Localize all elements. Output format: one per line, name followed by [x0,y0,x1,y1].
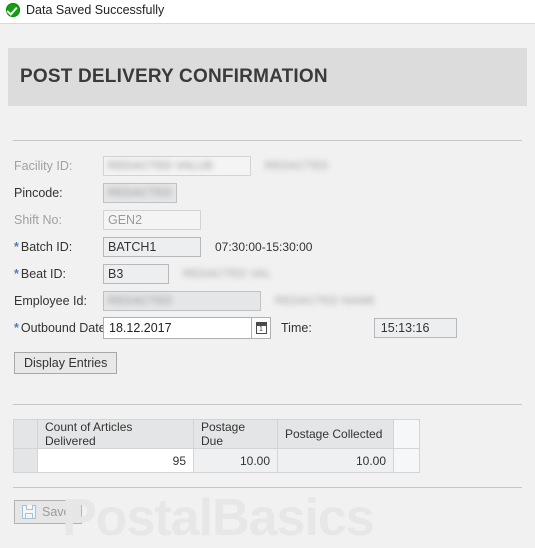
row-select-cell[interactable] [13,448,38,473]
field-side-text: REDACTED [265,160,329,172]
field-value: B3 [108,267,124,281]
outbound-date-input[interactable]: 18.12.2017 [103,317,251,339]
save-button-label: Save [42,505,71,519]
column-header-select [13,419,38,449]
form-row-employeeid: Employee Id: REDACTED REDACTED NAME [0,290,535,312]
footer-toolbar: Save [0,488,535,524]
cell-filler [393,448,420,473]
field-value: REDACTED VALUE [108,160,214,172]
column-header-postage-due: Postage Due [193,419,278,449]
field-input[interactable]: BATCH1 [103,237,201,257]
delivery-summary-table: Count of Articles Delivered Postage Due … [13,419,420,473]
column-header-postage-collected: Postage Collected [277,419,394,449]
form-row-shiftno: Shift No: GEN2 [0,209,535,231]
page-title: POST DELIVERY CONFIRMATION [20,66,328,87]
column-header-count: Count of Articles Delivered [37,419,194,449]
field-value: REDACTED [108,187,173,199]
field-label-text: Shift No: [14,213,62,227]
required-asterisk: * [14,321,19,335]
field-value: BATCH1 [108,240,157,254]
field-side-text: 07:30:00-15:30:00 [215,240,313,254]
status-message-text: Data Saved Successfully [26,2,165,17]
cell-count[interactable]: 95 [37,448,194,473]
cell-postage-collected: 10.00 [277,448,394,473]
field-input: REDACTED VALUE [103,156,251,176]
field-side-text: REDACTED VAL [183,268,272,280]
field-label: Facility ID: [0,159,103,173]
time-input[interactable]: 15:13:16 [373,318,457,338]
field-label-text: Batch ID: [20,240,73,254]
time-label: Time: [281,321,312,335]
success-check-icon [6,2,20,17]
form-row-beatid: * Beat ID: B3 REDACTED VAL [0,263,535,285]
display-entries-button[interactable]: Display Entries [14,352,118,374]
calendar-icon [255,322,267,334]
required-asterisk: * [14,240,19,254]
form-row-facilityid: Facility ID: REDACTED VALUE REDACTED [0,155,535,177]
save-button[interactable]: Save [14,500,82,524]
field-label: * Beat ID: [0,267,103,281]
header-spacer [0,106,535,140]
calendar-picker-button[interactable] [251,317,271,339]
field-input: REDACTED [103,291,261,311]
table-bottom-spacer [0,473,535,487]
field-label-text: Employee Id: [14,294,87,308]
outbound-date-label: * Outbound Date: [14,321,110,335]
field-side-text: REDACTED NAME [275,295,376,307]
status-message-bar: Data Saved Successfully [0,0,535,19]
form-row-pincode: Pincode: REDACTED [0,182,535,204]
field-label-text: Pincode: [14,186,63,200]
column-header-filler [393,419,420,449]
table-header-row: Count of Articles Delivered Postage Due … [13,419,420,449]
results-table-container: Count of Articles Delivered Postage Due … [0,405,535,473]
page-header: POST DELIVERY CONFIRMATION [8,48,527,106]
field-input: GEN2 [103,210,201,230]
cell-postage-due: 10.00 [193,448,278,473]
field-label-text: Facility ID: [14,159,73,173]
field-label-text: Beat ID: [20,267,67,281]
field-value: REDACTED [108,295,173,307]
form-row-batchid: * Batch ID: BATCH1 07:30:00-15:30:00 [0,236,535,258]
required-asterisk: * [14,267,19,281]
form-bottom-spacer [0,374,535,404]
field-value: GEN2 [108,213,143,227]
field-label: * Batch ID: [0,240,103,254]
field-input[interactable]: B3 [103,264,169,284]
table-row[interactable]: 95 10.00 10.00 [13,448,420,473]
field-label: Shift No: [0,213,103,227]
floppy-disk-icon [22,505,36,519]
top-spacer [0,24,535,48]
field-label: Pincode: [0,186,103,200]
form-section: PostalBasics Facility ID: REDACTED VALUE R… [0,141,535,547]
field-input: REDACTED [103,183,177,203]
form-row-outbound-date: *Outbound Date: 18.12.2017 Time: 15:13:1… [0,317,535,339]
field-label: Employee Id: [0,294,103,308]
